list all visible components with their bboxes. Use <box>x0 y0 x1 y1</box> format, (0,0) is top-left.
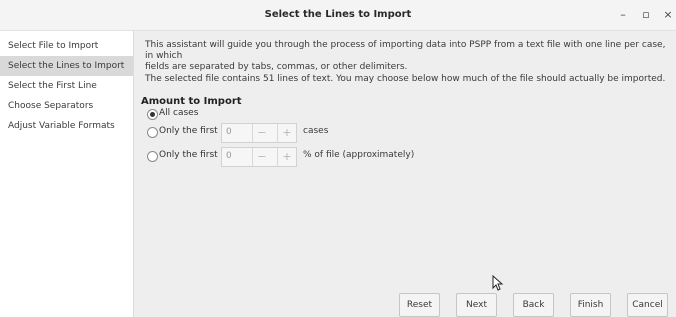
first-n-cases-option[interactable]: Only the first 0 − + cases <box>147 123 367 143</box>
step-choose-separators[interactable]: Choose Separators <box>0 96 133 116</box>
cases-count-value[interactable]: 0 <box>226 127 232 137</box>
reset-button[interactable]: Reset <box>399 293 440 317</box>
next-button[interactable]: Next <box>456 293 497 317</box>
all-cases-option[interactable]: All cases <box>147 105 267 121</box>
intro-text: This assistant will guide you through th… <box>145 40 671 73</box>
percent-unit-label: % of file (approximately) <box>303 150 415 160</box>
cases-unit-label: cases <box>303 126 329 136</box>
title-bar: Select the Lines to Import – ▫ × <box>0 0 676 31</box>
cases-count-spinner[interactable]: 0 − + <box>221 123 297 143</box>
intro-line-2: fields are separated by tabs, commas, or… <box>145 62 408 72</box>
first-percent-option[interactable]: Only the first 0 − + % of file (approxim… <box>147 147 447 167</box>
step-select-file[interactable]: Select File to Import <box>0 36 133 56</box>
step-adjust-formats[interactable]: Adjust Variable Formats <box>0 116 133 136</box>
first-n-cases-label: Only the first <box>159 126 218 136</box>
intro-line-1: This assistant will guide you through th… <box>145 40 666 61</box>
increment-icon[interactable]: + <box>277 148 296 166</box>
all-cases-label: All cases <box>159 108 199 118</box>
main-panel: This assistant will guide you through th… <box>134 31 676 317</box>
assistant-steps-sidebar: Select File to Import Select the Lines t… <box>0 31 134 317</box>
decrement-icon[interactable]: − <box>252 148 271 166</box>
minimize-button[interactable]: – <box>615 7 631 23</box>
percent-value[interactable]: 0 <box>226 151 232 161</box>
mouse-cursor-icon <box>492 275 504 291</box>
finish-button[interactable]: Finish <box>570 293 611 317</box>
step-select-lines[interactable]: Select the Lines to Import <box>0 56 133 76</box>
decrement-icon[interactable]: − <box>252 124 271 142</box>
maximize-button[interactable]: ▫ <box>638 7 654 23</box>
cancel-button[interactable]: Cancel <box>627 293 668 317</box>
first-percent-label: Only the first <box>159 150 218 160</box>
file-info-text: The selected file contains 51 lines of t… <box>145 74 666 84</box>
window-title: Select the Lines to Import <box>264 9 412 20</box>
increment-icon[interactable]: + <box>277 124 296 142</box>
all-cases-radio[interactable] <box>147 109 158 120</box>
first-n-cases-radio[interactable] <box>147 127 158 138</box>
percent-spinner[interactable]: 0 − + <box>221 147 297 167</box>
back-button[interactable]: Back <box>513 293 554 317</box>
close-button[interactable]: × <box>660 7 676 23</box>
step-select-first-line[interactable]: Select the First Line <box>0 76 133 96</box>
first-percent-radio[interactable] <box>147 151 158 162</box>
